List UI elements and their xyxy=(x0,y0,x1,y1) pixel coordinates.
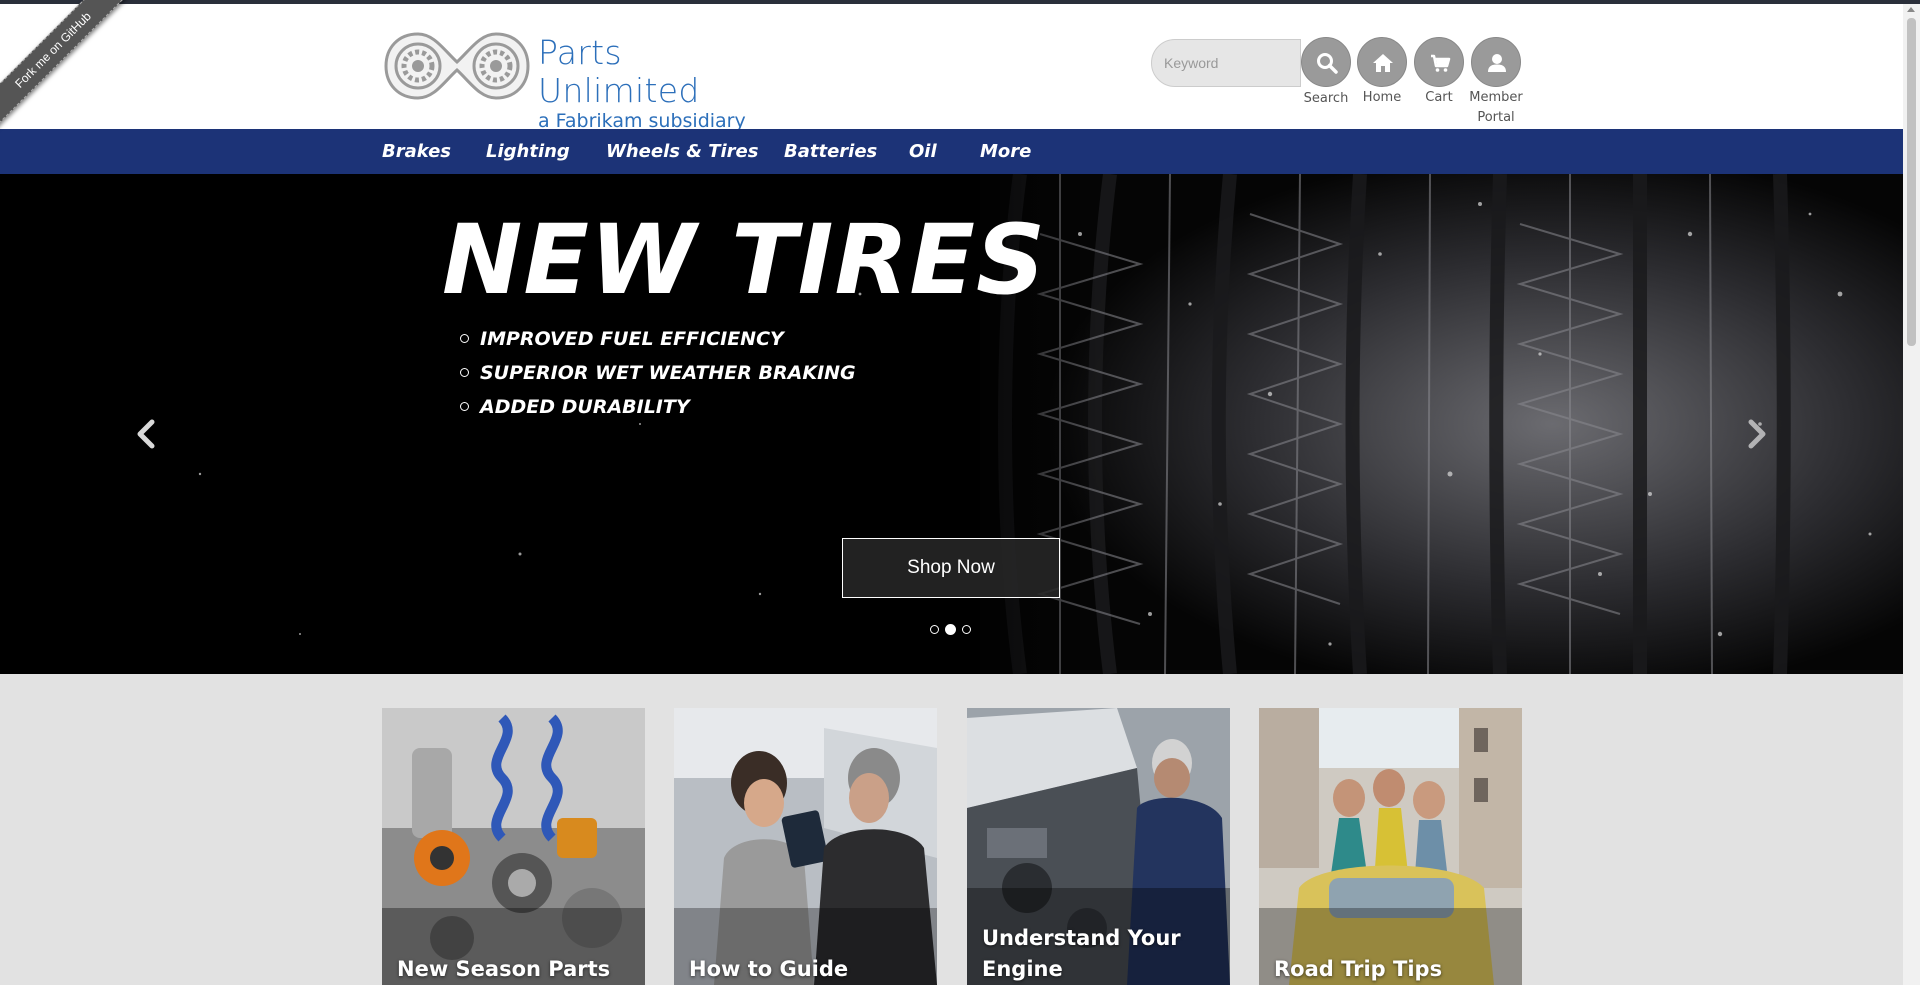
hero-feature-list: IMPROVED FUEL EFFICIENCY SUPERIOR WET WE… xyxy=(460,322,856,424)
github-ribbon[interactable]: Fork me on GitHub xyxy=(0,0,150,150)
nav-oil[interactable]: Oil xyxy=(909,129,937,174)
bullet-icon xyxy=(460,368,469,377)
brand-logo[interactable]: Parts Unlimited a Fabrikam subsidiary xyxy=(382,30,772,132)
site-header: Parts Unlimited a Fabrikam subsidiary Ke… xyxy=(0,4,1903,132)
page-scrollbar[interactable] xyxy=(1903,4,1920,985)
card-understand-your-engine[interactable]: Understand Your Engine xyxy=(967,708,1230,985)
scroll-up-arrow-icon[interactable] xyxy=(1907,7,1915,12)
carousel-dot-1[interactable] xyxy=(930,625,939,634)
nav-more[interactable]: More xyxy=(980,129,1031,174)
portal-label: Portal xyxy=(1477,110,1515,125)
card-caption[interactable]: Understand Your Engine xyxy=(982,923,1181,985)
card-caption[interactable]: New Season Parts xyxy=(397,954,610,985)
card-new-season-parts[interactable]: New Season Parts xyxy=(382,708,645,985)
nav-lighting[interactable]: Lighting xyxy=(486,129,570,174)
card-caption-line: Engine xyxy=(982,957,1063,981)
nav-batteries[interactable]: Batteries xyxy=(784,129,877,174)
github-ribbon-label[interactable]: Fork me on GitHub xyxy=(0,0,138,135)
bullet-icon xyxy=(460,334,469,343)
card-road-trip-tips[interactable]: Road Trip Tips xyxy=(1259,708,1522,985)
hero-feature-item: ADDED DURABILITY xyxy=(460,390,856,424)
card-caption-line: How to Guide xyxy=(689,957,849,981)
carousel-dot-2[interactable] xyxy=(945,624,956,635)
chevron-left-icon xyxy=(137,419,155,449)
hero-feature-item: IMPROVED FUEL EFFICIENCY xyxy=(460,322,856,356)
hero-feature-text: SUPERIOR WET WEATHER BRAKING xyxy=(480,362,856,384)
hero-title: NEW TIRES xyxy=(442,204,1047,316)
carousel-next-button[interactable] xyxy=(1745,414,1769,458)
brand-title: Parts Unlimited xyxy=(538,33,700,110)
brand-text: Parts Unlimited a Fabrikam subsidiary xyxy=(538,33,772,133)
card-how-to-guide[interactable]: How to Guide xyxy=(674,708,937,985)
nav-brakes[interactable]: Brakes xyxy=(382,129,451,174)
hero-feature-item: SUPERIOR WET WEATHER BRAKING xyxy=(460,356,856,390)
gears-logo-icon xyxy=(384,32,530,100)
parts-pile-image xyxy=(382,708,645,985)
card-caption[interactable]: Road Trip Tips xyxy=(1274,954,1442,985)
carousel-prev-button[interactable] xyxy=(134,414,158,458)
search-button[interactable] xyxy=(1301,37,1351,87)
carousel-dot-3[interactable] xyxy=(962,625,971,634)
bullet-icon xyxy=(460,402,469,411)
hero-feature-text: ADDED DURABILITY xyxy=(480,396,690,418)
chevron-right-icon xyxy=(1748,419,1766,449)
category-nav: Brakes Lighting Wheels & Tires Batteries… xyxy=(0,129,1903,174)
home-button[interactable] xyxy=(1357,37,1407,87)
cart-icon xyxy=(1431,54,1451,72)
friends-in-car-image xyxy=(1259,708,1522,985)
scrollbar-thumb[interactable] xyxy=(1907,18,1916,346)
search-input[interactable]: Keyword xyxy=(1151,39,1301,87)
nav-wheels-tires[interactable]: Wheels & Tires xyxy=(606,129,758,174)
home-icon xyxy=(1373,54,1393,72)
hero-carousel: NEW TIRES IMPROVED FUEL EFFICIENCY SUPER… xyxy=(0,174,1903,674)
cart-button[interactable] xyxy=(1414,37,1464,87)
card-caption-line: Road Trip Tips xyxy=(1274,957,1443,981)
people-with-tablet-image xyxy=(674,708,937,985)
card-caption-line: New Season Parts xyxy=(397,957,611,981)
card-caption-line: Understand Your xyxy=(982,926,1181,950)
card-caption[interactable]: How to Guide xyxy=(689,954,848,985)
hero-feature-text: IMPROVED FUEL EFFICIENCY xyxy=(480,328,784,350)
member-label: Member xyxy=(1469,90,1523,105)
member-portal-button[interactable] xyxy=(1471,37,1521,87)
search-icon xyxy=(1317,53,1338,74)
shop-now-button[interactable]: Shop Now xyxy=(842,538,1060,598)
user-icon xyxy=(1488,54,1506,72)
